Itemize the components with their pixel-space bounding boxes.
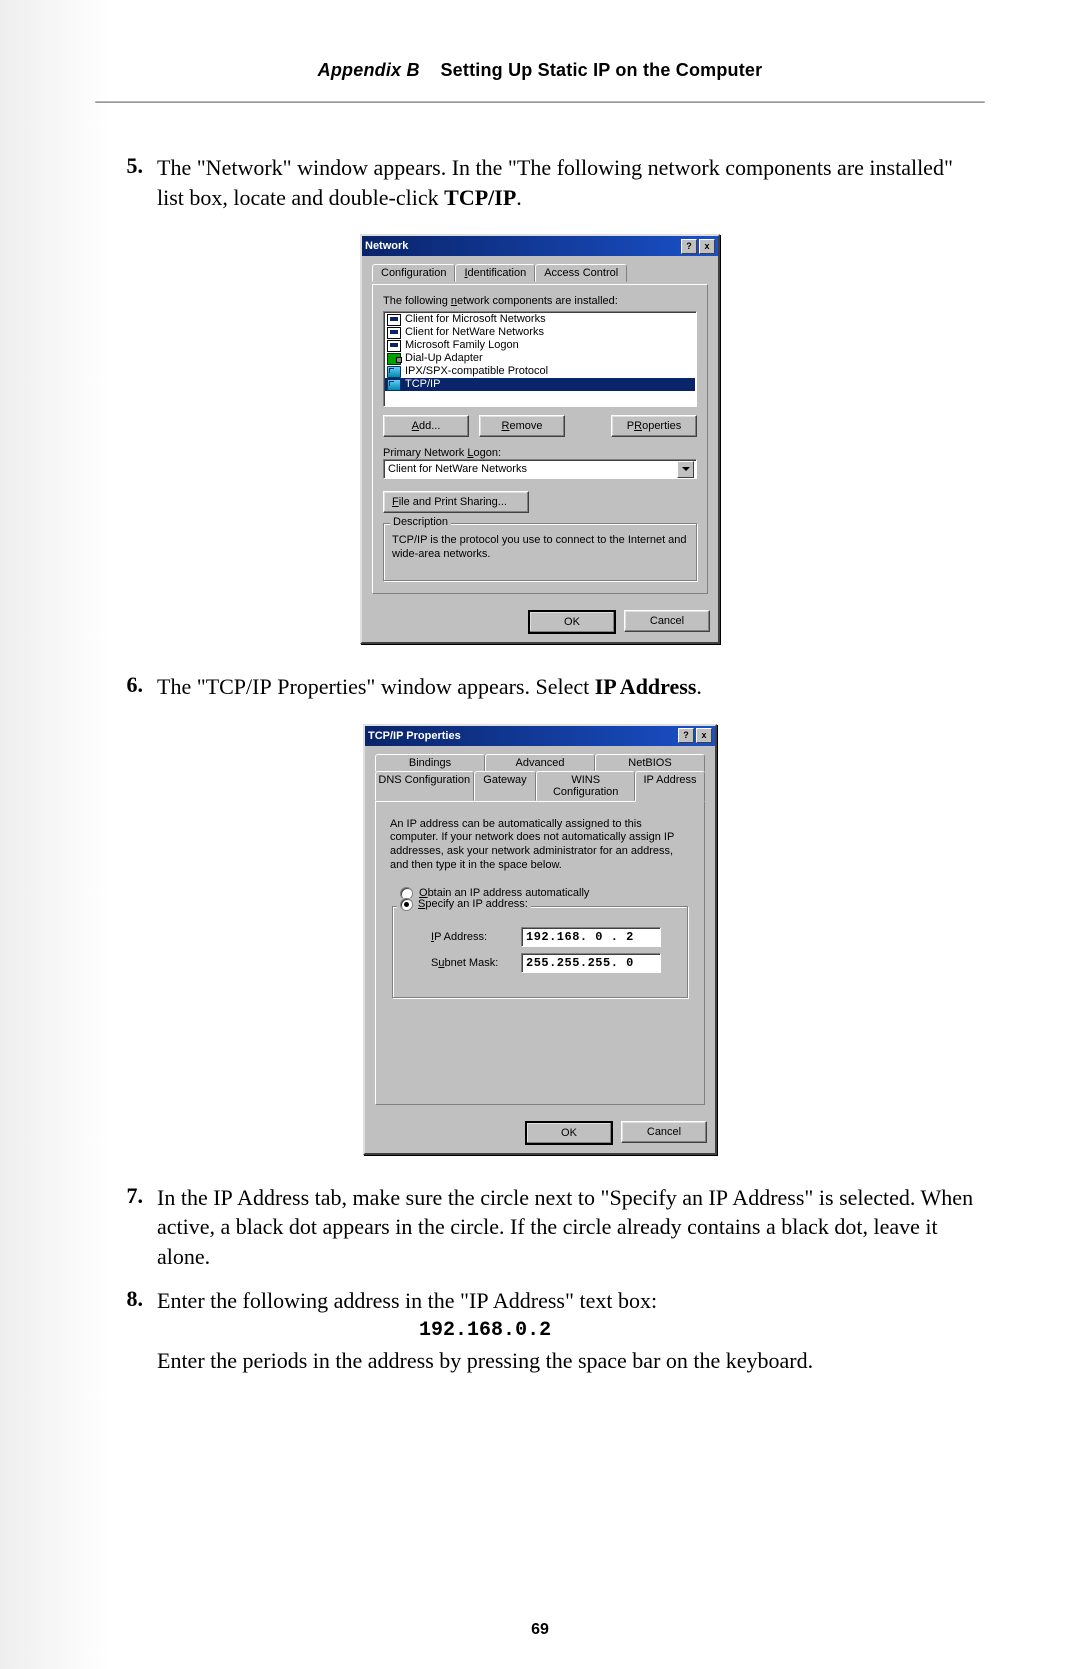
- tab-strip: ConfigurationIdentificationAccess Contro…: [372, 264, 708, 284]
- tab-ip-address[interactable]: IP Address: [635, 771, 705, 802]
- subnet-mask-input[interactable]: 255.255.255. 0: [521, 953, 661, 973]
- tab-bindings[interactable]: Bindings: [375, 754, 485, 772]
- properties-button[interactable]: PRoperties: [611, 415, 697, 437]
- page-header: Appendix B Setting Up Static IP on the C…: [95, 60, 985, 81]
- file-print-sharing-button[interactable]: File and Print Sharing...: [383, 491, 529, 513]
- components-listbox[interactable]: Client for Microsoft Networks Client for…: [383, 311, 697, 407]
- ip-address-label: IP Address:: [431, 931, 509, 943]
- primary-logon-label: Primary Network Logon:: [383, 447, 697, 459]
- step-text: Enter the following address in the "IP A…: [157, 1286, 813, 1376]
- tab-gateway[interactable]: Gateway: [474, 771, 537, 801]
- add-button[interactable]: Add...: [383, 415, 469, 437]
- tab-configuration[interactable]: Configuration: [372, 264, 455, 282]
- step-text: The "TCP/IP Properties" window appears. …: [157, 672, 702, 702]
- window-title: Network: [365, 240, 408, 252]
- step-number: 7.: [95, 1183, 157, 1272]
- tab-identification[interactable]: Identification: [455, 264, 535, 282]
- tab-advanced[interactable]: Advanced: [485, 754, 595, 772]
- chevron-down-icon[interactable]: [677, 461, 694, 478]
- titlebar[interactable]: TCP/IP Properties ? x: [365, 726, 715, 746]
- step-6: 6. The "TCP/IP Properties" window appear…: [95, 672, 985, 702]
- cancel-button[interactable]: Cancel: [624, 610, 710, 632]
- tab-row-bottom: DNS Configuration Gateway WINS Configura…: [375, 771, 705, 801]
- list-item[interactable]: IPX/SPX-compatible Protocol: [385, 365, 695, 378]
- step-number: 8.: [95, 1286, 157, 1376]
- ok-button[interactable]: OK: [525, 1121, 613, 1145]
- description-legend: Description: [390, 516, 451, 528]
- subnet-mask-label: Subnet Mask:: [431, 957, 509, 969]
- window-title: TCP/IP Properties: [368, 730, 461, 742]
- close-button[interactable]: x: [696, 728, 712, 743]
- radio-icon: [400, 898, 413, 911]
- help-button[interactable]: ?: [678, 728, 694, 743]
- list-item[interactable]: Microsoft Family Logon: [385, 339, 695, 352]
- list-item-selected[interactable]: TCP/IP: [385, 378, 695, 391]
- ip-address-row: IP Address: 192.168. 0 . 2: [431, 927, 679, 947]
- radio-specify-ip[interactable]: Specify an IP address:: [397, 898, 531, 911]
- cancel-button[interactable]: Cancel: [621, 1121, 707, 1143]
- ip-note: An IP address can be automatically assig…: [390, 818, 690, 873]
- client-icon: [387, 327, 401, 339]
- description-group: Description TCP/IP is the protocol you u…: [383, 523, 697, 581]
- list-item[interactable]: Client for NetWare Networks: [385, 326, 695, 339]
- ok-button[interactable]: OK: [528, 610, 616, 634]
- close-button[interactable]: x: [699, 239, 715, 254]
- ip-address-input[interactable]: 192.168. 0 . 2: [521, 927, 661, 947]
- network-dialog: Network ? x ConfigurationIdentificationA…: [360, 234, 720, 644]
- tab-dns[interactable]: DNS Configuration: [375, 771, 474, 801]
- protocol-icon: [387, 379, 401, 391]
- adapter-icon: [387, 353, 401, 365]
- tab-wins[interactable]: WINS Configuration: [536, 771, 635, 801]
- tab-netbios[interactable]: NetBIOS: [595, 754, 705, 772]
- list-item[interactable]: Client for Microsoft Networks: [385, 313, 695, 326]
- tcpip-properties-dialog: TCP/IP Properties ? x Bindings Advanced …: [363, 724, 717, 1155]
- step-7: 7. In the IP Address tab, make sure the …: [95, 1183, 985, 1272]
- client-icon: [387, 340, 401, 352]
- specify-ip-group: Specify an IP address: IP Address: 192.1…: [392, 906, 688, 998]
- step-text: The "Network" window appears. In the "Th…: [157, 153, 985, 212]
- tab-access-control[interactable]: Access Control: [535, 264, 627, 282]
- client-icon: [387, 314, 401, 326]
- subnet-mask-row: Subnet Mask: 255.255.255. 0: [431, 953, 679, 973]
- step-5: 5. The "Network" window appears. In the …: [95, 153, 985, 212]
- header-divider: [95, 101, 985, 103]
- appendix-label: Appendix B: [318, 60, 420, 80]
- tab-panel: An IP address can be automatically assig…: [375, 801, 705, 1105]
- description-text: TCP/IP is the protocol you use to connec…: [392, 534, 688, 562]
- page-number: 69: [0, 1621, 1080, 1639]
- primary-logon-dropdown[interactable]: Client for NetWare Networks: [383, 459, 697, 479]
- components-label: The following network components are ins…: [383, 295, 697, 307]
- step-number: 5.: [95, 153, 157, 212]
- remove-button[interactable]: Remove: [479, 415, 565, 437]
- help-button[interactable]: ?: [681, 239, 697, 254]
- tab-row-top: Bindings Advanced NetBIOS: [375, 754, 705, 772]
- tab-panel: The following network components are ins…: [372, 284, 708, 594]
- step-8: 8. Enter the following address in the "I…: [95, 1286, 985, 1376]
- ip-address-value: 192.168.0.2: [157, 1317, 813, 1344]
- titlebar[interactable]: Network ? x: [362, 236, 718, 256]
- header-title: Setting Up Static IP on the Computer: [440, 60, 762, 80]
- protocol-icon: [387, 366, 401, 378]
- step-number: 6.: [95, 672, 157, 702]
- step-text: In the IP Address tab, make sure the cir…: [157, 1183, 985, 1272]
- list-item[interactable]: Dial-Up Adapter: [385, 352, 695, 365]
